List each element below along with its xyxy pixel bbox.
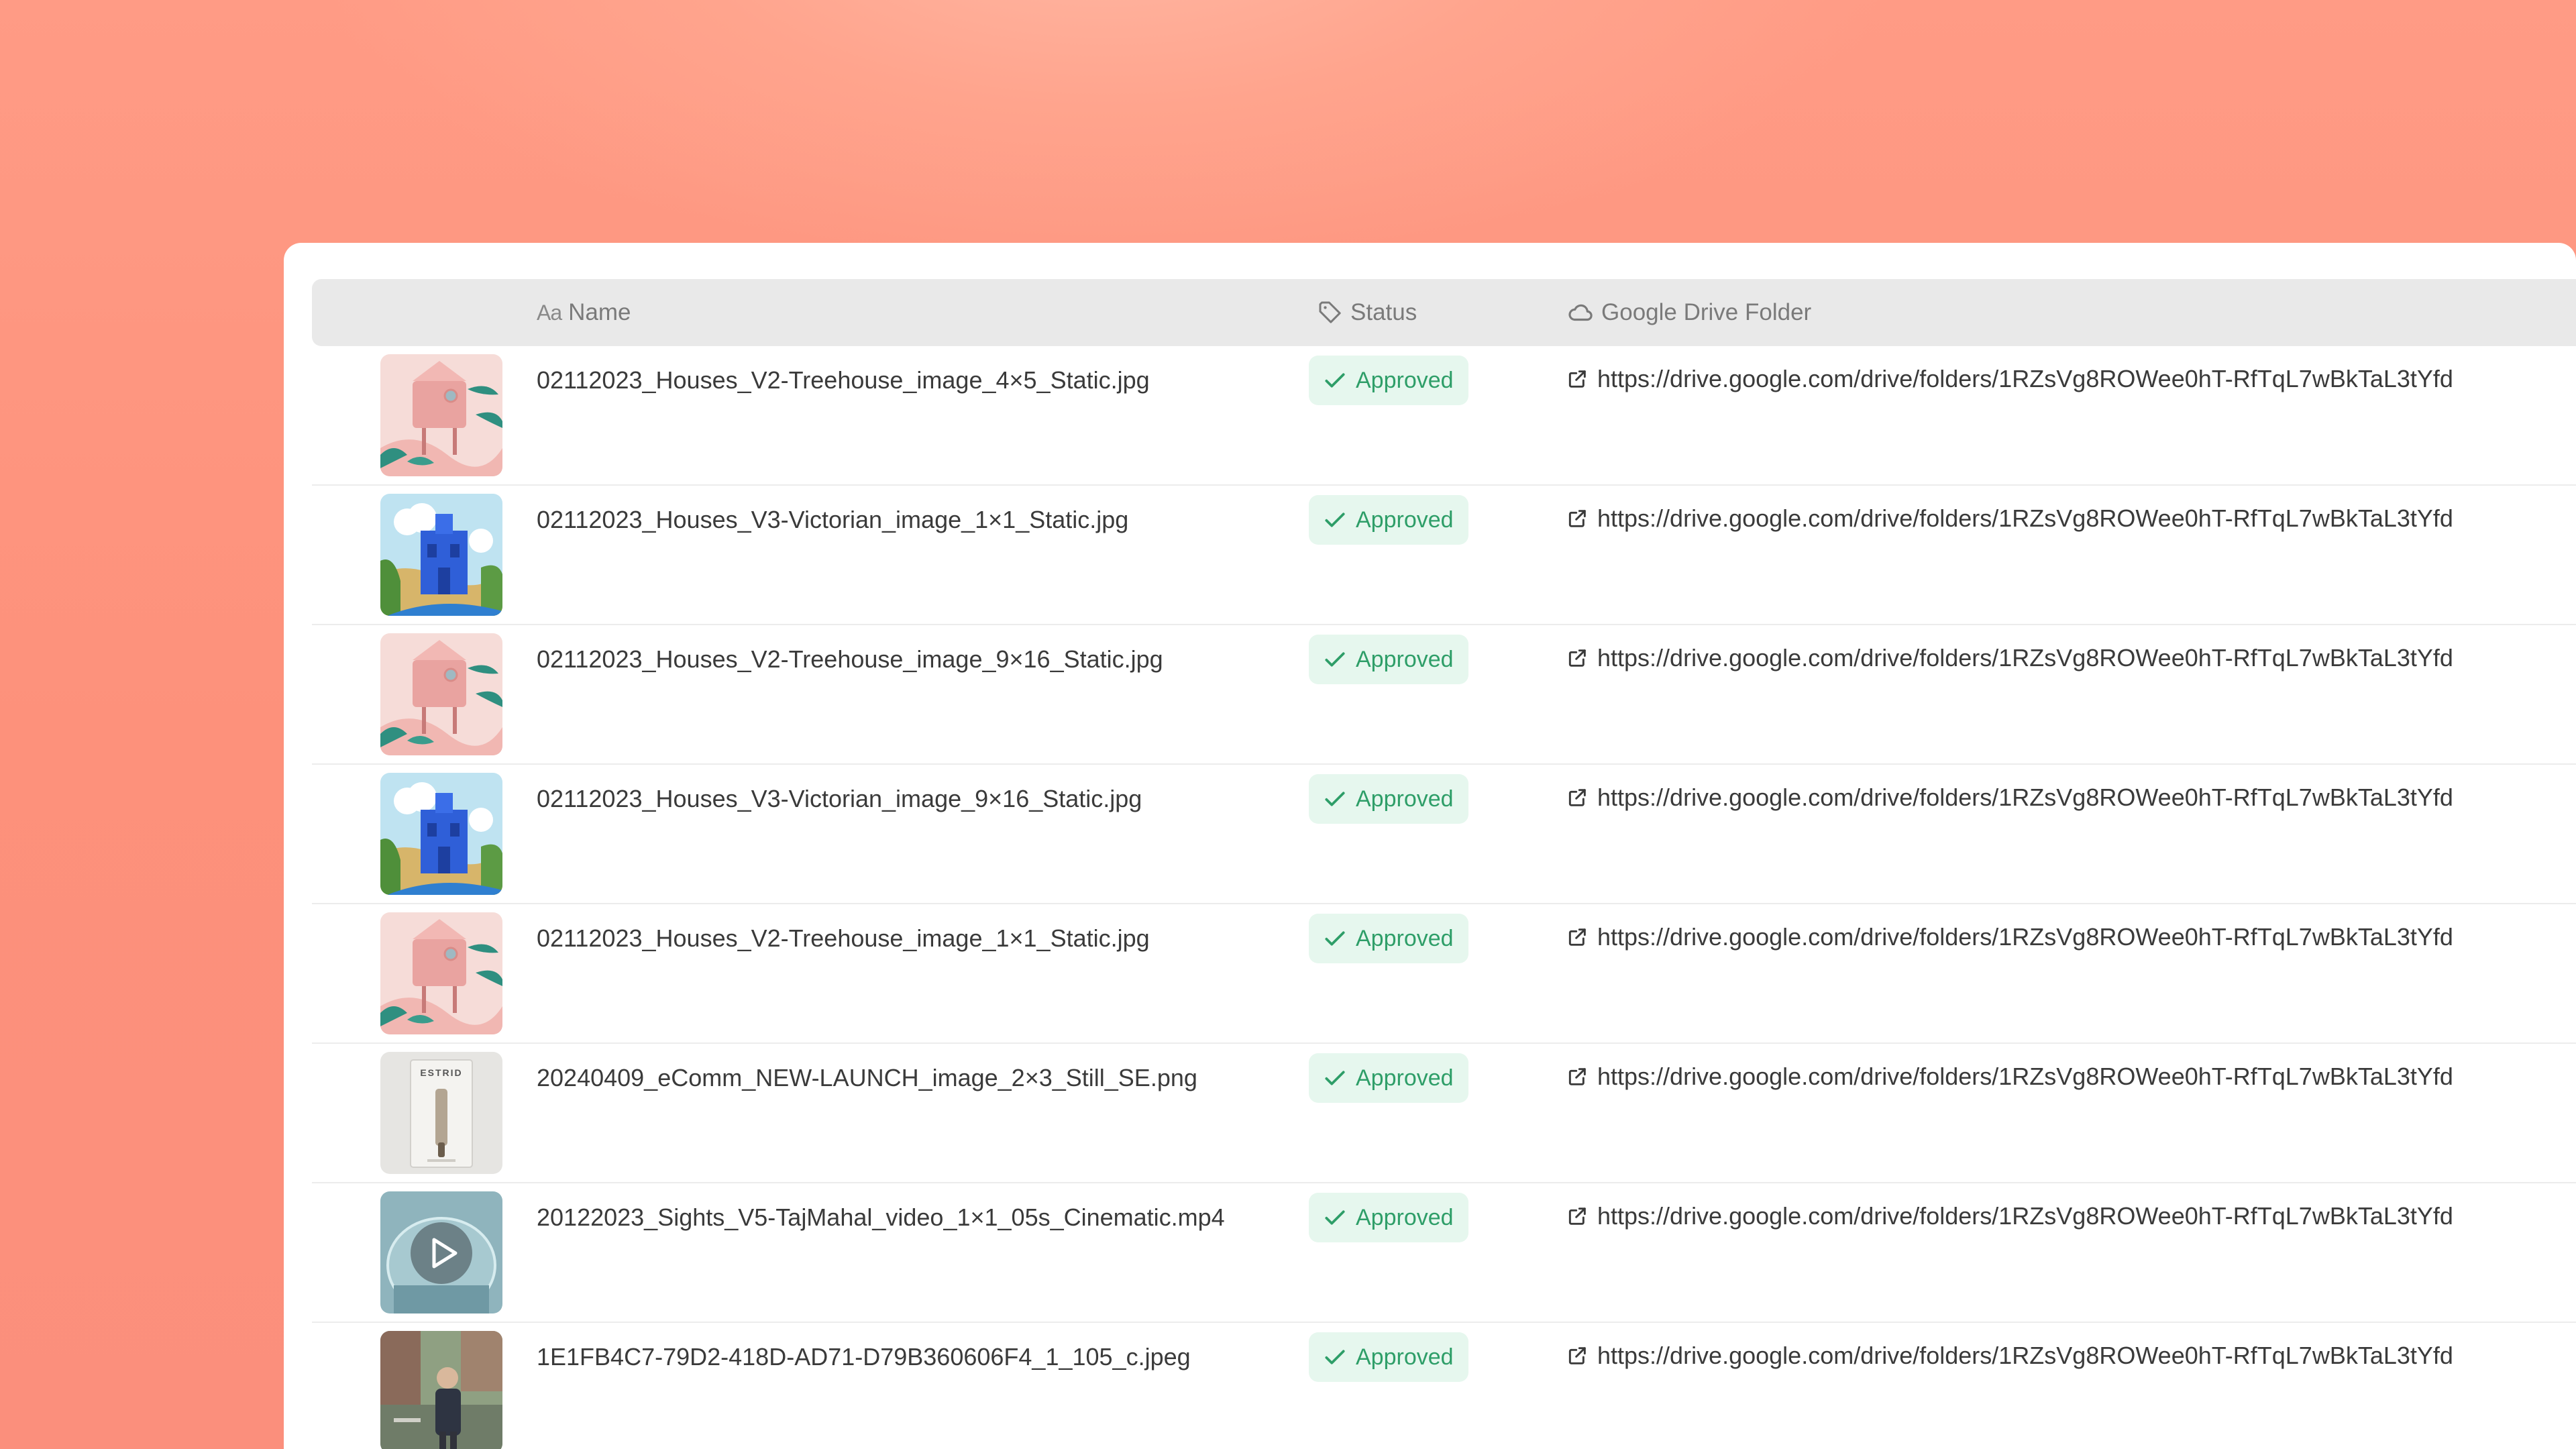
- status-label: Approved: [1356, 925, 1454, 951]
- asset-name[interactable]: 1E1FB4C7-79D2-418D-AD71-D79B360606F4_1_1…: [537, 1343, 1191, 1371]
- status-badge[interactable]: Approved: [1309, 1053, 1468, 1103]
- asset-thumbnail[interactable]: [380, 1191, 502, 1313]
- asset-name[interactable]: 20240409_eComm_NEW-LAUNCH_image_2×3_Stil…: [537, 1064, 1197, 1092]
- drive-folder-url: https://drive.google.com/drive/folders/1…: [1597, 365, 2453, 392]
- drive-folder-link[interactable]: https://drive.google.com/drive/folders/1…: [1566, 365, 2453, 393]
- status-label: Approved: [1356, 1204, 1454, 1230]
- status-label: Approved: [1356, 1065, 1454, 1091]
- asset-name[interactable]: 02112023_Houses_V2-Treehouse_image_9×16_…: [537, 645, 1163, 674]
- svg-text:ESTRID: ESTRID: [420, 1067, 462, 1078]
- checkmark-icon: [1325, 373, 1345, 388]
- table-row-5[interactable]: 02112023_Houses_V2-Treehouse_image_1×1_S…: [312, 904, 2576, 1044]
- asset-thumbnail[interactable]: [380, 494, 502, 616]
- drive-folder-url: https://drive.google.com/drive/folders/1…: [1597, 1342, 2453, 1369]
- column-header-name-label: Name: [568, 299, 631, 325]
- drive-folder-link[interactable]: https://drive.google.com/drive/folders/1…: [1566, 1202, 2453, 1230]
- cloud-icon: [1566, 299, 1595, 327]
- drive-folder-link[interactable]: https://drive.google.com/drive/folders/1…: [1566, 504, 2453, 533]
- checkmark-icon: [1325, 1350, 1345, 1364]
- checkmark-icon: [1325, 652, 1345, 667]
- status-badge[interactable]: Approved: [1309, 774, 1468, 824]
- drive-folder-link[interactable]: https://drive.google.com/drive/folders/1…: [1566, 1063, 2453, 1091]
- status-label: Approved: [1356, 1344, 1454, 1370]
- external-link-icon: [1566, 1066, 1588, 1087]
- drive-folder-url: https://drive.google.com/drive/folders/1…: [1597, 784, 2453, 811]
- tag-icon: [1317, 299, 1344, 326]
- drive-folder-url: https://drive.google.com/drive/folders/1…: [1597, 1063, 2453, 1090]
- drive-folder-link[interactable]: https://drive.google.com/drive/folders/1…: [1566, 784, 2453, 812]
- table-header: Aa Name Status Google Drive Folder: [312, 279, 2576, 346]
- asset-thumbnail[interactable]: [380, 773, 502, 895]
- checkmark-icon: [1325, 513, 1345, 527]
- checkmark-icon: [1325, 1210, 1345, 1225]
- asset-thumbnail[interactable]: [380, 633, 502, 755]
- status-badge[interactable]: Approved: [1309, 495, 1468, 545]
- asset-name[interactable]: 02112023_Houses_V2-Treehouse_image_1×1_S…: [537, 924, 1150, 953]
- text-type-icon: Aa: [537, 300, 562, 325]
- status-badge[interactable]: Approved: [1309, 356, 1468, 405]
- drive-folder-link[interactable]: https://drive.google.com/drive/folders/1…: [1566, 644, 2453, 672]
- asset-name[interactable]: 02112023_Houses_V2-Treehouse_image_4×5_S…: [537, 366, 1150, 394]
- table-row-1[interactable]: 02112023_Houses_V2-Treehouse_image_4×5_S…: [312, 346, 2576, 486]
- asset-name[interactable]: 02112023_Houses_V3-Victorian_image_9×16_…: [537, 785, 1142, 813]
- drive-folder-url: https://drive.google.com/drive/folders/1…: [1597, 504, 2453, 532]
- checkmark-icon: [1325, 1071, 1345, 1085]
- table-row-7[interactable]: 20122023_Sights_V5-TajMahal_video_1×1_05…: [312, 1183, 2576, 1323]
- column-header-status-label: Status: [1350, 299, 1417, 325]
- drive-folder-url: https://drive.google.com/drive/folders/1…: [1597, 644, 2453, 672]
- status-badge[interactable]: Approved: [1309, 1193, 1468, 1242]
- asset-thumbnail[interactable]: [380, 354, 502, 476]
- external-link-icon: [1566, 647, 1588, 669]
- table-row-3[interactable]: 02112023_Houses_V2-Treehouse_image_9×16_…: [312, 625, 2576, 765]
- column-header-name[interactable]: Aa Name: [537, 279, 631, 346]
- status-label: Approved: [1356, 786, 1454, 812]
- drive-folder-link[interactable]: https://drive.google.com/drive/folders/1…: [1566, 1342, 2453, 1370]
- checkmark-icon: [1325, 931, 1345, 946]
- external-link-icon: [1566, 508, 1588, 529]
- asset-thumbnail[interactable]: ESTRID: [380, 1052, 502, 1174]
- status-label: Approved: [1356, 646, 1454, 672]
- status-badge[interactable]: Approved: [1309, 635, 1468, 684]
- column-header-status[interactable]: Status: [1317, 279, 1417, 346]
- asset-name[interactable]: 20122023_Sights_V5-TajMahal_video_1×1_05…: [537, 1203, 1225, 1232]
- asset-name[interactable]: 02112023_Houses_V3-Victorian_image_1×1_S…: [537, 506, 1128, 534]
- column-header-folder[interactable]: Google Drive Folder: [1566, 279, 1811, 346]
- table-row-6[interactable]: ESTRID 20240409_eComm_NEW-LAUNCH_image_2…: [312, 1044, 2576, 1183]
- external-link-icon: [1566, 1345, 1588, 1366]
- drive-folder-link[interactable]: https://drive.google.com/drive/folders/1…: [1566, 923, 2453, 951]
- table-row-2[interactable]: 02112023_Houses_V3-Victorian_image_1×1_S…: [312, 486, 2576, 625]
- status-badge[interactable]: Approved: [1309, 914, 1468, 963]
- database-panel: Aa Name Status Google Drive Folder 02112…: [284, 243, 2576, 1449]
- external-link-icon: [1566, 1205, 1588, 1227]
- table-body: 02112023_Houses_V2-Treehouse_image_4×5_S…: [312, 346, 2576, 1449]
- table-row-4[interactable]: 02112023_Houses_V3-Victorian_image_9×16_…: [312, 765, 2576, 904]
- drive-folder-url: https://drive.google.com/drive/folders/1…: [1597, 1202, 2453, 1230]
- checkmark-icon: [1325, 792, 1345, 806]
- status-label: Approved: [1356, 367, 1454, 393]
- table-row-8[interactable]: 1E1FB4C7-79D2-418D-AD71-D79B360606F4_1_1…: [312, 1323, 2576, 1449]
- asset-thumbnail[interactable]: [380, 912, 502, 1034]
- assets-table: Aa Name Status Google Drive Folder 02112…: [312, 279, 2576, 1449]
- asset-thumbnail[interactable]: [380, 1331, 502, 1449]
- status-badge[interactable]: Approved: [1309, 1332, 1468, 1382]
- external-link-icon: [1566, 787, 1588, 808]
- external-link-icon: [1566, 368, 1588, 390]
- status-label: Approved: [1356, 506, 1454, 533]
- external-link-icon: [1566, 926, 1588, 948]
- drive-folder-url: https://drive.google.com/drive/folders/1…: [1597, 923, 2453, 951]
- column-header-folder-label: Google Drive Folder: [1601, 299, 1812, 325]
